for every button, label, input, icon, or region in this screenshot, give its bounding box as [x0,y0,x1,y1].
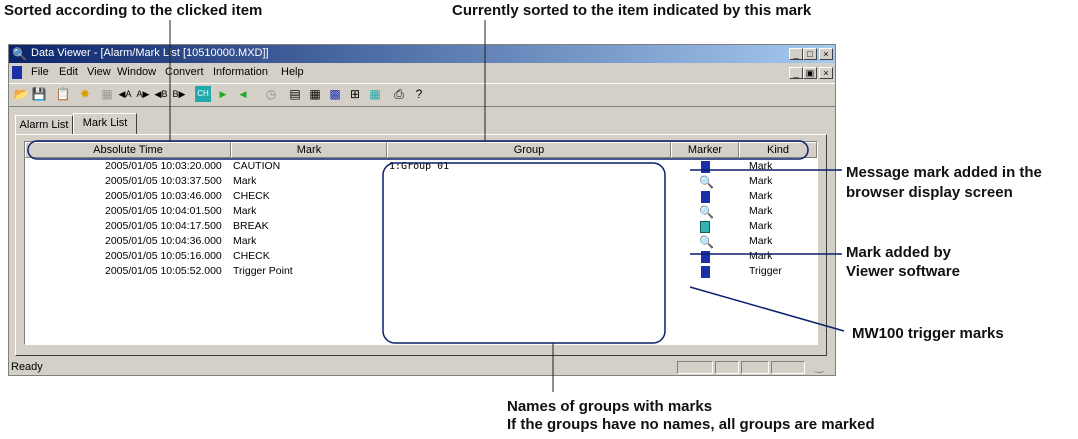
header-highlight-outline [27,140,809,160]
annotation-overlay [27,20,845,392]
leader-line-trigger [689,286,845,332]
group-column-highlight-outline [382,162,666,344]
